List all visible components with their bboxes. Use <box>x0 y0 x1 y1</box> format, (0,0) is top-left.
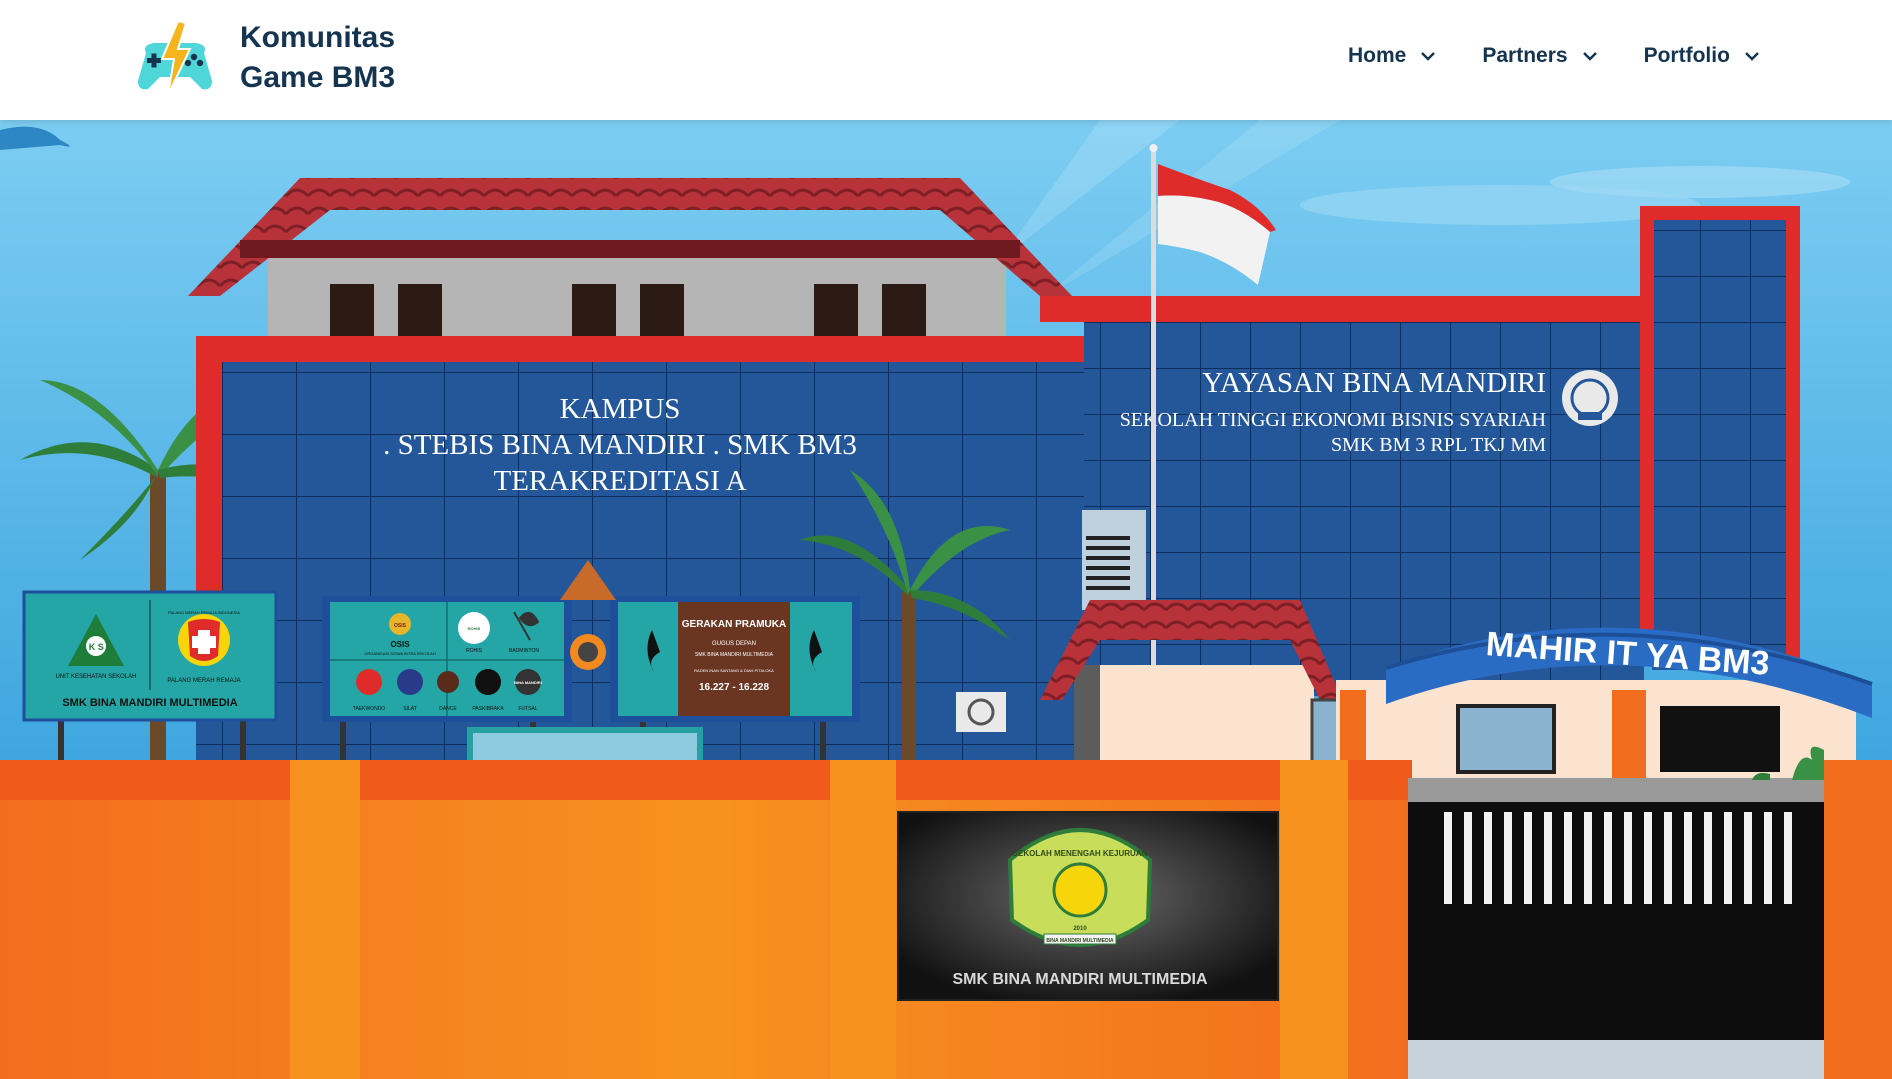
brand-line2: Game BM3 <box>240 61 396 94</box>
campus-illustration: KAMPUS . STEBIS BINA MANDIRI . SMK BM3 T… <box>0 120 1892 1079</box>
uks-caption: UNIT KESEHATAN SEKOLAH <box>55 674 136 680</box>
nav-portfolio[interactable]: Portfolio <box>1644 44 1760 68</box>
rohis-label: ROHIS <box>466 648 483 654</box>
site-header: Komunitas Game BM3 Home Partners Portfol… <box>0 0 1892 120</box>
uks-letters: U K S S <box>80 642 113 652</box>
dance-label: DANCE <box>439 706 457 712</box>
paskibraka-label: PASKIBRAKA <box>472 706 504 712</box>
nav-home[interactable]: Home <box>1348 44 1436 68</box>
nav-partners-label: Partners <box>1482 44 1568 67</box>
nav-portfolio-label: Portfolio <box>1643 44 1730 67</box>
futsal-label: FUTSAL <box>518 706 537 712</box>
chevron-down-icon <box>1421 52 1436 61</box>
foundation-emblem <box>1562 370 1618 426</box>
main-nav: Home Partners Portfolio <box>1348 44 1760 68</box>
school-plaque: SEKOLAH MENENGAH KEJURUAN 2010 BINA MAND… <box>897 811 1279 1001</box>
plaque-ribbon: BINA MANDIRI MULTIMEDIA <box>1046 938 1114 944</box>
pramuka-numbers: 16.227 - 16.228 <box>699 682 769 693</box>
nav-home-label: Home <box>1348 44 1407 67</box>
campus-line1: KAMPUS <box>560 393 681 425</box>
pramuka-line1: GUGUS DEPAN <box>712 641 756 647</box>
rohis-badge-text: ROHIS <box>468 626 481 631</box>
school-plaque-text: SMK BINA MANDIRI MULTIMEDIA <box>952 971 1208 988</box>
foundation-title: YAYASAN BINA MANDIRI <box>1202 367 1546 399</box>
pmr-badge-text: PALANG MERAH REMAJA INDONESIA <box>168 610 240 615</box>
sign1-footer: SMK BINA MANDIRI MULTIMEDIA <box>62 697 237 709</box>
taekwondo-label: TAEKWONDO <box>353 706 386 712</box>
chevron-down-icon <box>1582 52 1597 61</box>
osis-label: OSIS <box>390 640 410 649</box>
pramuka-title: GERAKAN PRAMUKA <box>682 619 786 630</box>
chevron-down-icon <box>1745 52 1759 61</box>
brand-link[interactable]: Komunitas Game BM3 <box>132 18 440 98</box>
pramuka-line3: RADEN INAN SANTANG & DIAH PITALOKA <box>694 668 774 673</box>
brand-title: Komunitas Game BM3 <box>240 18 440 98</box>
brand-line1: Komunitas <box>240 21 396 54</box>
futsal-badge-text: BINA MANDIRI <box>514 680 542 685</box>
gamepad-lightning-icon <box>138 19 212 96</box>
foundation-line1: SEKOLAH TINGGI EKONOMI BISNIS SYARIAH <box>1120 409 1546 431</box>
osis-sub: ORGANISASI SISWA INTRA SEKOLAH <box>364 651 436 656</box>
silat-label: SILAT <box>403 706 417 712</box>
plaque-arc-text: SEKOLAH MENENGAH KEJURUAN <box>1013 849 1148 858</box>
pmr-caption: PALANG MERAH REMAJA <box>167 678 240 684</box>
hero-illustration: KAMPUS . STEBIS BINA MANDIRI . SMK BM3 T… <box>0 120 1892 1079</box>
campus-line3: TERAKREDITASI A <box>493 465 746 497</box>
osis-badge-text: OSIS <box>394 623 407 629</box>
campus-line2: . STEBIS BINA MANDIRI . SMK BM3 <box>383 429 857 461</box>
foundation-line2: SMK BM 3 RPL TKJ MM <box>1331 434 1546 456</box>
pramuka-line2: SMK BINA MANDIRI MULTIMEDIA <box>695 652 774 658</box>
plaque-year: 2010 <box>1073 926 1087 932</box>
badminton-label: BADMINTON <box>509 648 539 654</box>
nav-partners[interactable]: Partners <box>1482 44 1597 68</box>
